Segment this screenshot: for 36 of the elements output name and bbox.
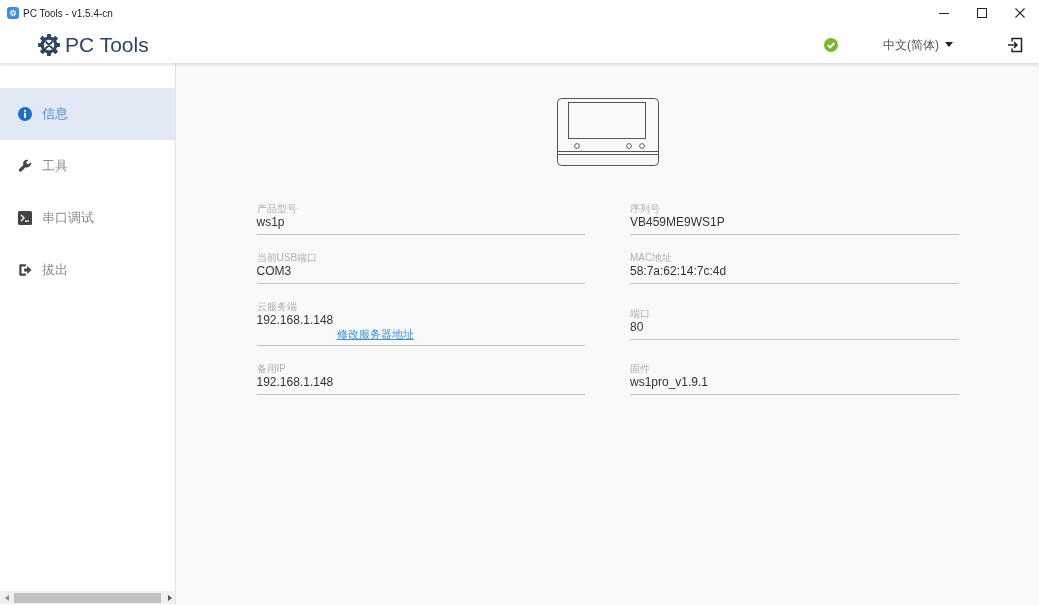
field-label: 当前USB端口: [256, 252, 318, 264]
sidebar-item[interactable]: 信息: [0, 88, 175, 140]
scroll-left-icon[interactable]: [5, 594, 9, 601]
exit-icon: [18, 263, 32, 277]
gear-logo-icon: [38, 33, 60, 56]
wrench-icon: [18, 159, 32, 173]
field-value: 58:7a:62:14:7c:4d: [630, 264, 727, 279]
app-logo-text: PC Tools: [65, 31, 149, 58]
app-gear-icon: [7, 7, 19, 19]
field-label: 云服务端: [256, 301, 297, 313]
close-icon: [1015, 8, 1025, 18]
field-label: 备用IP: [256, 363, 286, 375]
minimize-icon: [939, 12, 949, 14]
info-icon: [18, 107, 32, 121]
terminal-icon: [18, 211, 32, 225]
field-value: 80: [630, 319, 644, 335]
field-value: COM3: [256, 264, 292, 279]
field-value: 192.168.1.148: [256, 375, 334, 390]
field-label: 产品型号: [256, 203, 297, 215]
language-dropdown[interactable]: 中文(简体): [883, 35, 953, 54]
field-label: 序列号: [630, 203, 660, 215]
logout-button[interactable]: [1007, 36, 1023, 53]
scroll-right-icon[interactable]: [168, 594, 172, 601]
field-value: VB459ME9WS1P: [630, 215, 725, 230]
field-label: 端口: [630, 307, 650, 320]
caret-icon: [945, 42, 953, 47]
maximize-icon: [977, 8, 987, 18]
scrollbar-thumb[interactable]: [14, 592, 161, 603]
field-value: 192.168.1.148: [256, 313, 334, 328]
window-title: PC Tools - v1.5.4-cn: [23, 6, 113, 21]
change-server-link[interactable]: 修改服务器地址: [336, 328, 414, 341]
field-value: ws1p: [256, 215, 285, 230]
field-label: 固件: [630, 363, 650, 375]
horizontal-scrollbar[interactable]: [0, 591, 175, 604]
sign-in-arrow-icon: [1007, 36, 1023, 53]
field-value: ws1pro_v1.9.1: [630, 375, 709, 390]
